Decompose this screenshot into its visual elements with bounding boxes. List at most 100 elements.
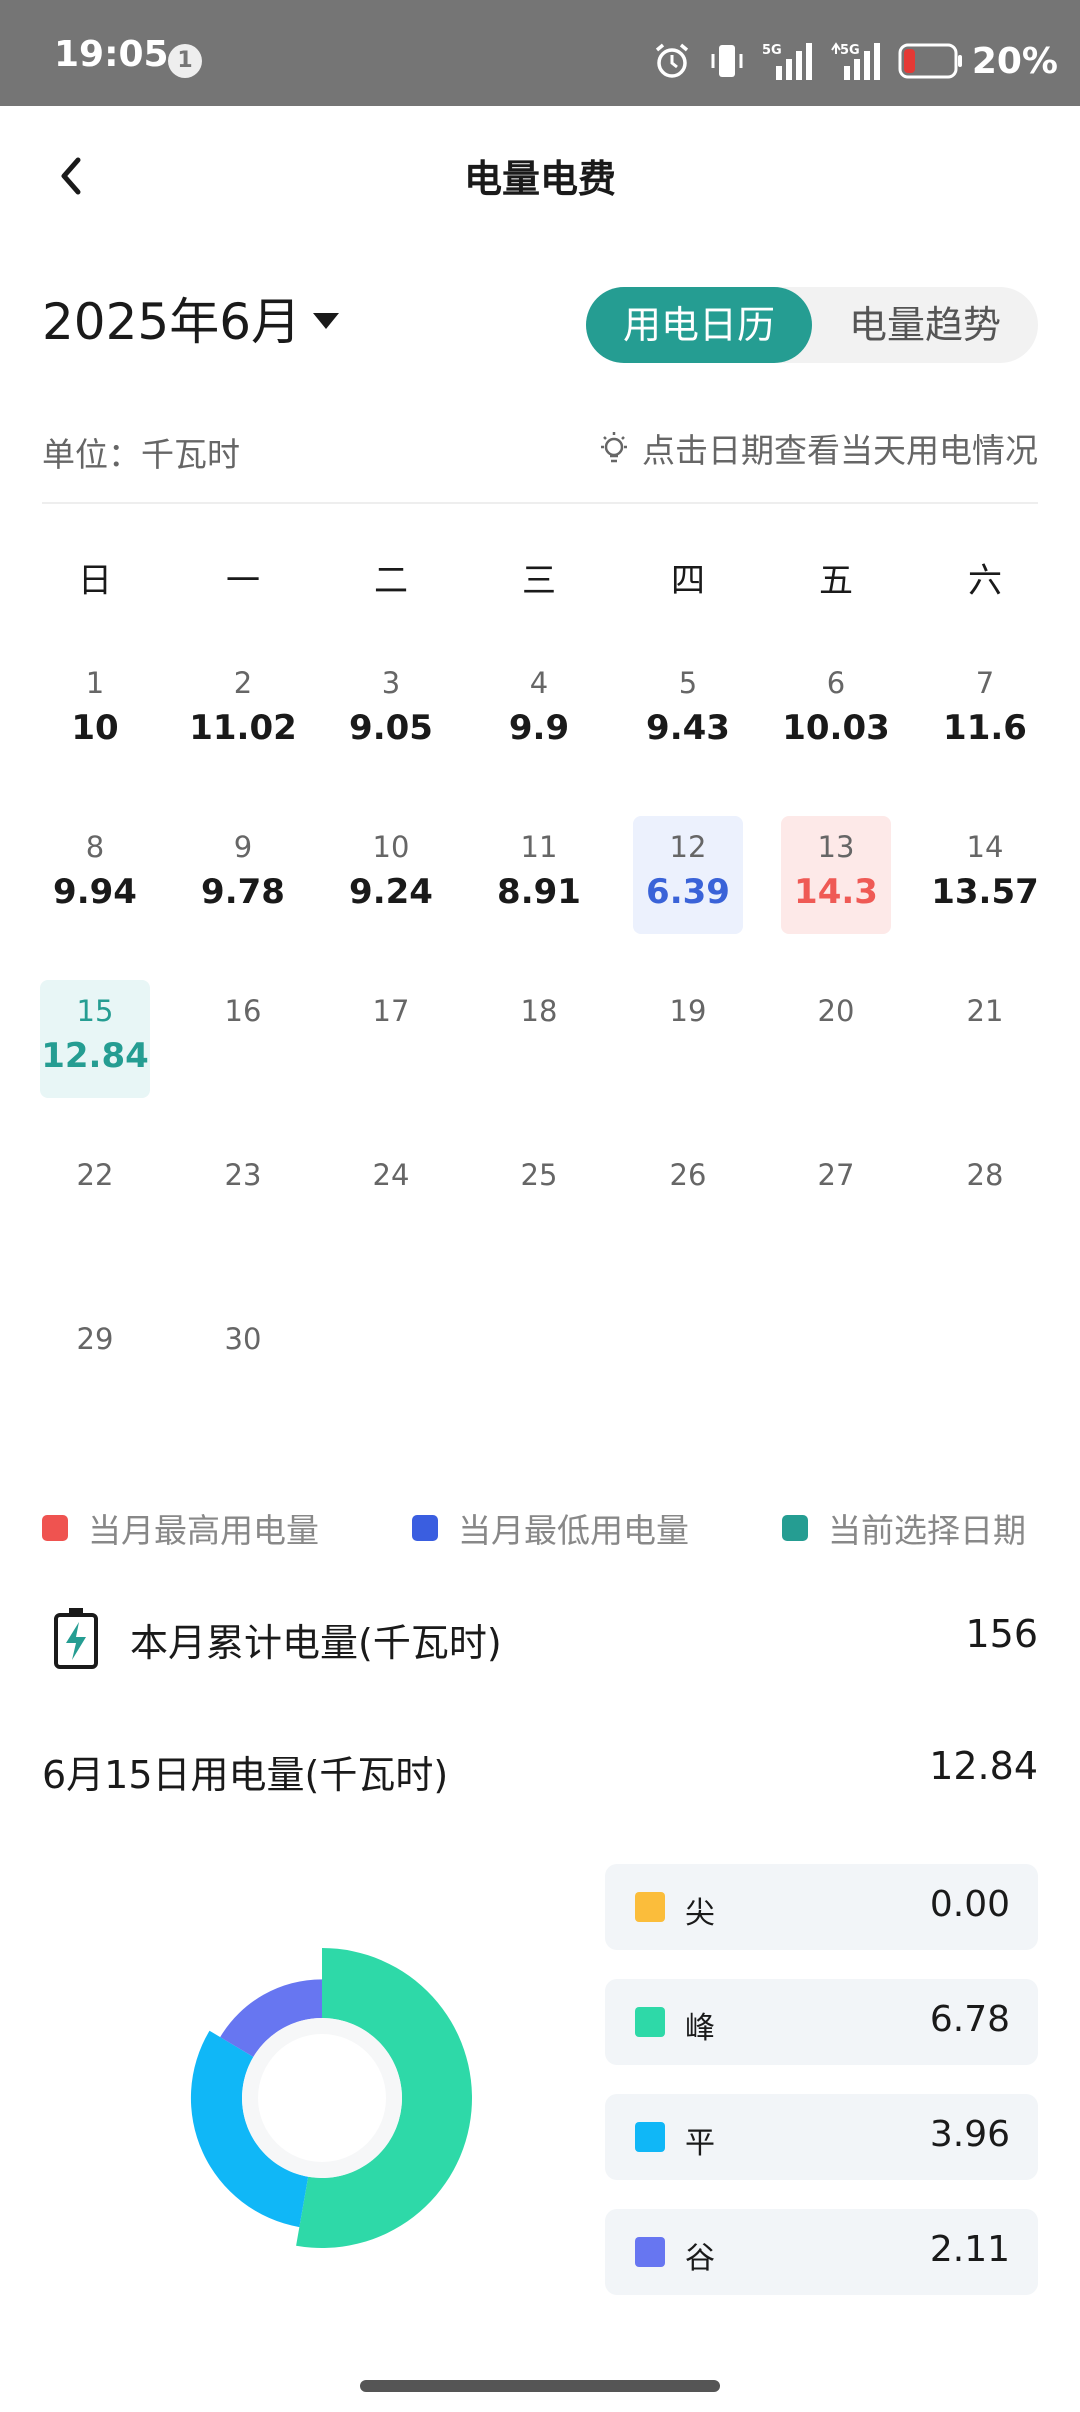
day-usage-value: 14.3	[794, 872, 878, 912]
view-tabs: 用电日历 电量趋势	[586, 287, 1038, 363]
calendar-day[interactable]: 9 9.78	[188, 816, 298, 934]
day-usage-value: 9.94	[53, 872, 137, 912]
day-number: 29	[76, 1322, 114, 1356]
calendar-day[interactable]: 10 9.24	[336, 816, 446, 934]
calendar-day[interactable]: 23	[188, 1144, 298, 1262]
day-number: 25	[520, 1158, 558, 1192]
calendar-day[interactable]: 6 10.03	[781, 652, 891, 770]
day-number: 5	[678, 666, 698, 700]
calendar-day[interactable]: 17	[336, 980, 446, 1098]
day-usage-value: 9.24	[349, 872, 433, 912]
battery-charging-icon	[54, 1608, 98, 1669]
battery-icon	[898, 43, 962, 79]
calendar-day[interactable]: 11 8.91	[484, 816, 594, 934]
day-usage-value: 10	[71, 708, 119, 748]
calendar-day[interactable]: 5 9.43	[633, 652, 743, 770]
day-number: 8	[85, 830, 105, 864]
calendar-day[interactable]: 21	[930, 980, 1040, 1098]
day-usage-value: 9.78	[201, 872, 285, 912]
breakdown-swatch	[635, 2237, 665, 2267]
calendar-day[interactable]: 20	[781, 980, 891, 1098]
breakdown-label: 谷	[685, 2241, 715, 2276]
breakdown-label: 尖	[685, 1896, 715, 1931]
usage-donut-chart	[190, 1948, 472, 2248]
day-number: 18	[520, 994, 558, 1028]
day-usage-value: 10.03	[782, 708, 890, 748]
calendar-day[interactable]: 18	[484, 980, 594, 1098]
breakdown-value: 0.00	[929, 1884, 1010, 1925]
month-picker[interactable]: 2025年6月	[42, 282, 340, 354]
page-title: 电量电费	[463, 157, 616, 201]
day-number: 7	[975, 666, 995, 700]
weekday-label: 一	[226, 561, 260, 601]
calendar-day[interactable]: 19	[633, 980, 743, 1098]
breakdown-swatch	[635, 2122, 665, 2152]
legend-item: 当月最低用电量	[412, 1504, 689, 1552]
day-number: 9	[233, 830, 253, 864]
signal-5g-icon: 5G	[762, 43, 812, 80]
calendar-day[interactable]: 7 11.6	[930, 652, 1040, 770]
legend-swatch	[42, 1515, 68, 1541]
weekday-label: 五	[819, 561, 853, 601]
breakdown-value: 3.96	[929, 2114, 1010, 2155]
breakdown-label: 平	[685, 2126, 715, 2161]
day-usage-value: 9.43	[646, 708, 730, 748]
alarm-icon	[655, 43, 688, 78]
breakdown-item: 平 3.96	[605, 2094, 1038, 2180]
divider	[42, 502, 1038, 504]
day-number: 11	[520, 830, 558, 864]
day-usage-value: 12.84	[41, 1036, 149, 1076]
home-indicator[interactable]	[360, 2380, 720, 2392]
legend-label: 当月最高用电量	[88, 1511, 319, 1550]
daily-total-value: 12.84	[929, 1744, 1038, 1788]
calendar-day[interactable]: 1 10	[40, 652, 150, 770]
day-number: 21	[966, 994, 1004, 1028]
calendar-day[interactable]: 28	[930, 1144, 1040, 1262]
status-icons: 5G 5G 20%	[652, 36, 1058, 86]
calendar-day[interactable]: 12 6.39	[633, 816, 743, 934]
calendar-day[interactable]: 15 12.84	[40, 980, 150, 1098]
weekday-label: 二	[374, 561, 408, 601]
day-usage-value: 6.39	[646, 872, 730, 912]
calendar-day[interactable]: 30	[188, 1308, 298, 1426]
day-usage-value: 9.05	[349, 708, 433, 748]
tab-trend[interactable]: 电量趋势	[812, 287, 1038, 363]
day-number: 10	[372, 830, 410, 864]
calendar-day[interactable]: 14 13.57	[930, 816, 1040, 934]
day-number: 6	[826, 666, 846, 700]
breakdown-item: 峰 6.78	[605, 1979, 1038, 2065]
day-number: 13	[817, 830, 855, 864]
hint: 点击日期查看当天用电情况	[594, 424, 1038, 472]
weekday-label: 六	[968, 561, 1002, 601]
legend-label: 当前选择日期	[828, 1511, 1026, 1550]
calendar-day[interactable]: 16	[188, 980, 298, 1098]
calendar-day[interactable]: 8 9.94	[40, 816, 150, 934]
calendar-day[interactable]: 25	[484, 1144, 594, 1262]
day-number: 24	[372, 1158, 410, 1192]
weekday-label: 三	[522, 561, 556, 601]
calendar-day[interactable]: 2 11.02	[188, 652, 298, 770]
day-number: 15	[76, 994, 114, 1028]
calendar-day[interactable]: 24	[336, 1144, 446, 1262]
legend-swatch	[412, 1515, 438, 1541]
day-number: 26	[669, 1158, 707, 1192]
month-label: 2025年6月	[42, 293, 302, 351]
weekday-label: 四	[671, 561, 705, 601]
calendar-day[interactable]: 29	[40, 1308, 150, 1426]
day-number: 23	[224, 1158, 262, 1192]
calendar-day[interactable]: 27	[781, 1144, 891, 1262]
unit-label: 单位：千瓦时	[42, 435, 240, 474]
breakdown-item: 谷 2.11	[605, 2209, 1038, 2295]
day-number: 1	[85, 666, 105, 700]
calendar-day[interactable]: 22	[40, 1144, 150, 1262]
day-usage-value: 11.6	[943, 708, 1027, 748]
calendar-day[interactable]: 4 9.9	[484, 652, 594, 770]
tab-calendar[interactable]: 用电日历	[586, 287, 812, 363]
legend-item: 当前选择日期	[782, 1504, 1026, 1552]
calendar-day[interactable]: 3 9.05	[336, 652, 446, 770]
network-5g-label-1: 5G	[762, 43, 782, 58]
calendar-day[interactable]: 26	[633, 1144, 743, 1262]
day-usage-value: 11.02	[189, 708, 297, 748]
monthly-total-row: 本月累计电量(千瓦时) 156	[50, 1600, 1038, 1680]
calendar-day[interactable]: 13 14.3	[781, 816, 891, 934]
